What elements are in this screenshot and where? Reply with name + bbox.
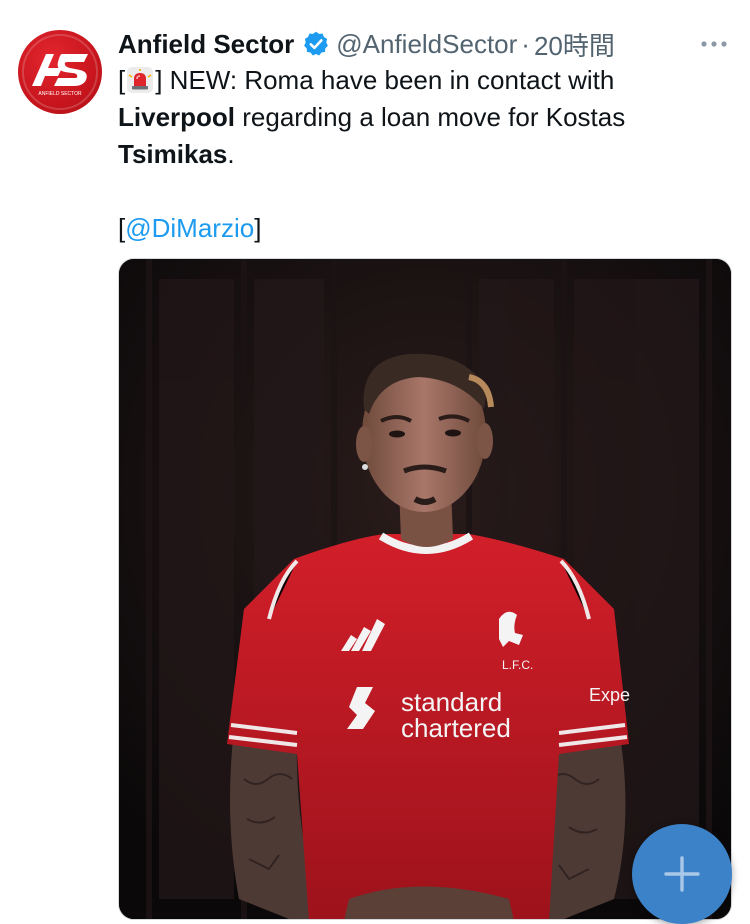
tweet-text-line-1: [ ] NEW: Roma have been in contact with — [118, 62, 718, 99]
sleeve-sponsor-text: Expe — [589, 685, 630, 705]
tweet-media-photo[interactable]: L.F.C. standard chartered Expe — [118, 258, 732, 920]
tweet-text-segment: regarding a loan move for Kostas — [235, 102, 626, 132]
bracket-close: ] — [254, 213, 262, 243]
tweet-text-line-2: Liverpool regarding a loan move for Kost… — [118, 99, 718, 136]
separator-dot: · — [521, 28, 530, 59]
timestamp[interactable]: 20時間 — [534, 26, 615, 63]
bold-liverpool: Liverpool — [118, 102, 236, 132]
tweet-text-line-5: [@DiMarzio] — [118, 210, 718, 247]
mention-link[interactable]: @DiMarzio — [125, 213, 254, 243]
display-name[interactable]: Anfield Sector — [118, 29, 294, 60]
avatar-subtext: ANFIELD SECTOR — [38, 91, 82, 97]
tweet-header: Anfield Sector @AnfieldSector · 20時間 — [118, 26, 615, 62]
tweet-text-segment: . — [227, 139, 235, 169]
player-photo: L.F.C. standard chartered Expe — [119, 259, 731, 919]
avatar[interactable]: ANFIELD SECTOR — [18, 30, 102, 114]
verified-badge-icon — [304, 31, 329, 56]
compose-fab[interactable] — [632, 824, 732, 924]
sponsor-text-2: chartered — [401, 713, 511, 743]
plus-icon — [664, 856, 700, 892]
tweet-text: [ ] NEW: Roma have been in contact with … — [118, 62, 718, 247]
bracket-open: [ — [118, 65, 126, 95]
bold-tsimikas: Tsimikas — [118, 139, 228, 169]
tweet[interactable]: ANFIELD SECTOR Anfield Sector @AnfieldSe… — [0, 0, 750, 924]
tweet-text-line-3: Tsimikas. — [118, 136, 718, 173]
tweet-text-segment: ] NEW: Roma have been in contact with — [155, 65, 615, 95]
anfield-sector-logo: ANFIELD SECTOR — [22, 34, 98, 110]
handle[interactable]: @AnfieldSector — [336, 29, 517, 60]
police-siren-icon — [127, 67, 154, 93]
more-options-icon[interactable] — [698, 28, 730, 60]
crest-text: L.F.C. — [502, 658, 533, 672]
